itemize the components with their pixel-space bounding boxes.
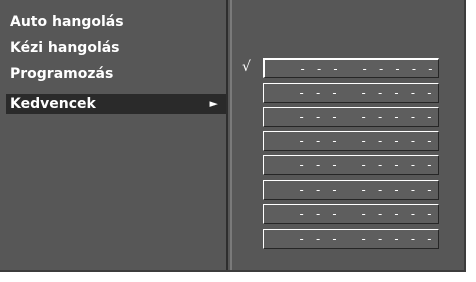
favorite-slot[interactable]: - - - - - - - - xyxy=(263,107,439,127)
slot-name: - - - - - xyxy=(360,134,435,148)
favorite-slot[interactable]: - - - - - - - - xyxy=(263,131,439,151)
menu-item-manual-tuning[interactable]: Kézi hangolás xyxy=(6,38,226,58)
slot-number: - - - xyxy=(298,158,340,172)
menu-item-favorites[interactable]: Kedvencek ► xyxy=(6,94,226,114)
favorite-slot[interactable]: - - - - - - - - xyxy=(263,229,439,249)
slot-number: - - - xyxy=(298,232,340,246)
slot-name: - - - - - xyxy=(360,158,435,172)
slot-name: - - - - - xyxy=(360,232,435,246)
menu-item-label: Programozás xyxy=(10,66,114,82)
slot-name: - - - - - xyxy=(360,183,435,197)
slot-number: - - - xyxy=(299,62,341,76)
slot-name: - - - - - xyxy=(360,86,435,100)
menu-item-label: Kézi hangolás xyxy=(10,40,120,56)
slot-name: - - - - - xyxy=(360,207,435,221)
submenu-arrow-icon: ► xyxy=(209,97,218,110)
favorite-slot[interactable]: - - - - - - - - xyxy=(263,58,439,78)
menu-item-programming[interactable]: Programozás xyxy=(6,64,226,84)
slot-number: - - - xyxy=(298,86,340,100)
menu-item-auto-tuning[interactable]: Auto hangolás xyxy=(6,12,226,32)
menu-item-label: Kedvencek xyxy=(10,96,96,112)
slot-number: - - - xyxy=(298,134,340,148)
main-menu: Auto hangolás Kézi hangolás Programozás … xyxy=(0,0,228,270)
favorite-slot[interactable]: - - - - - - - - xyxy=(263,180,439,200)
menu-item-label: Auto hangolás xyxy=(10,14,124,30)
check-mark-icon: √ xyxy=(242,59,251,75)
slot-name: - - - - - xyxy=(360,110,435,124)
favorite-slot[interactable]: - - - - - - - - xyxy=(263,204,439,224)
slot-number: - - - xyxy=(298,183,340,197)
slot-name: - - - - - xyxy=(361,62,436,76)
favorite-slot[interactable]: - - - - - - - - xyxy=(263,83,439,103)
osd-window: Auto hangolás Kézi hangolás Programozás … xyxy=(0,0,466,272)
favorite-slot[interactable]: - - - - - - - - xyxy=(263,155,439,175)
slot-number: - - - xyxy=(298,207,340,221)
slot-number: - - - xyxy=(298,110,340,124)
panel-divider xyxy=(230,0,232,270)
